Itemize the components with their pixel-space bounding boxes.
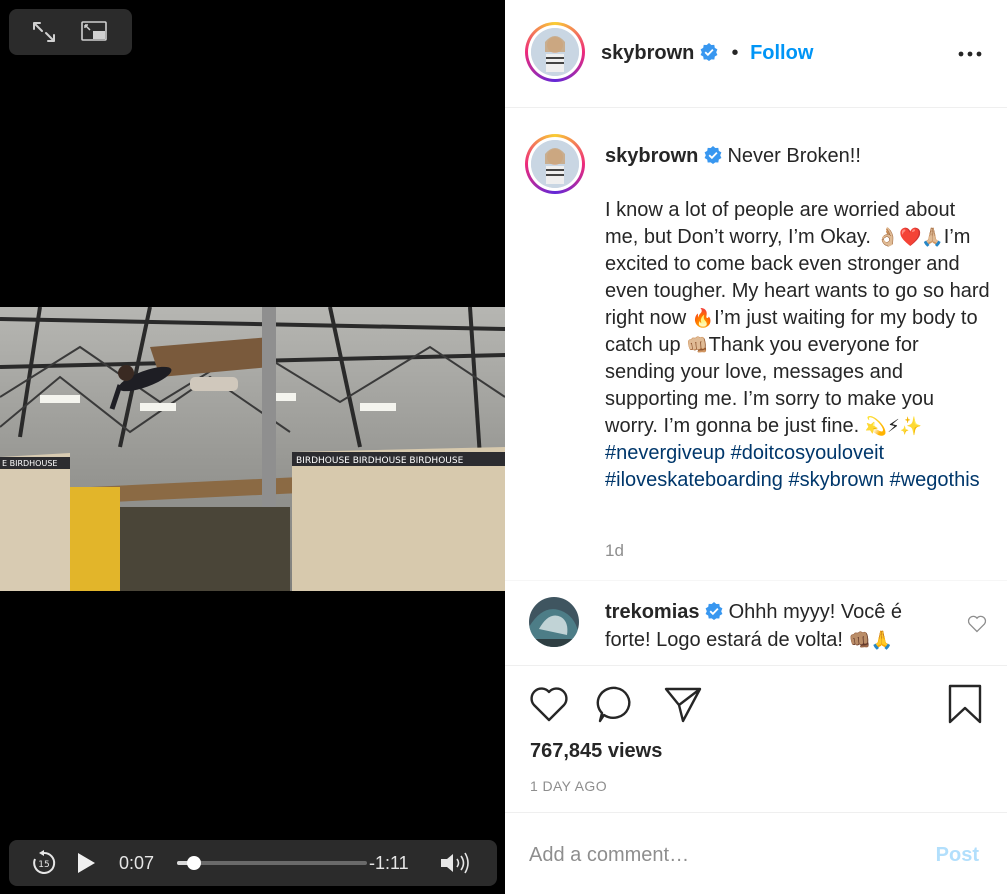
view-count[interactable]: 767,845 views	[530, 740, 662, 763]
scrubber-handle[interactable]	[187, 856, 202, 870]
svg-text:15: 15	[38, 860, 49, 870]
skip-back-15-icon[interactable]: 15	[31, 850, 57, 876]
comment: trekomias Ohhh myyy! Você é forte! Logo …	[605, 598, 925, 655]
skatepark-video-still: E BIRDHOUSE BIRDHOUSE BIRDHOUSE BIRDHOUS…	[0, 307, 505, 591]
header-separator: •	[731, 42, 739, 64]
comment-icon[interactable]	[596, 683, 636, 725]
svg-text:BIRDHOUSE BIRDHOUSE BIRDHOUSE: BIRDHOUSE BIRDHOUSE BIRDHOUSE	[296, 456, 464, 466]
avatar[interactable]	[525, 22, 585, 82]
caption-emoji: 💫⚡✨	[864, 416, 923, 437]
verified-badge-icon	[704, 146, 722, 164]
caption-emoji: 👌🏼❤️🙏🏼	[876, 227, 944, 248]
caption-hashtags[interactable]: #nevergiveup #doitcosyouloveit #iloveska…	[605, 442, 980, 491]
follow-button[interactable]: Follow	[750, 42, 813, 64]
caption-divider	[505, 580, 1007, 581]
video-frame[interactable]: E BIRDHOUSE BIRDHOUSE BIRDHOUSE BIRDHOUS…	[0, 307, 505, 591]
post-header-user: skybrown • Follow	[601, 42, 813, 65]
caption-title: Never Broken!!	[727, 145, 861, 167]
profile-picture	[531, 28, 579, 76]
comments-divider	[505, 665, 1007, 666]
picture-in-picture-icon[interactable]	[81, 20, 107, 44]
volume-icon[interactable]	[439, 851, 471, 875]
profile-picture	[531, 140, 579, 188]
comment-username[interactable]: trekomias	[605, 601, 700, 623]
verified-badge-icon	[700, 43, 718, 61]
remaining-time: -1:11	[369, 853, 409, 873]
post-date[interactable]: 1 DAY AGO	[530, 778, 607, 794]
comment-like-heart-icon[interactable]	[967, 615, 987, 633]
caption-emoji: 🔥	[691, 308, 715, 329]
compose-divider	[505, 812, 1007, 813]
post-actions	[505, 683, 1007, 727]
caption-emoji: 👊🏼	[686, 335, 709, 356]
video-player[interactable]: E BIRDHOUSE BIRDHOUSE BIRDHOUSE BIRDHOUS…	[0, 0, 505, 894]
share-icon[interactable]	[663, 683, 703, 725]
caption-avatar[interactable]	[525, 134, 585, 194]
current-time: 0:07	[119, 853, 155, 873]
post-caption: skybrown Never Broken!! I know a lot of …	[605, 143, 990, 494]
scrubber[interactable]	[177, 856, 367, 870]
svg-text:E BIRDHOUSE: E BIRDHOUSE	[2, 459, 57, 468]
verified-badge-icon	[705, 602, 723, 620]
bookmark-icon[interactable]	[945, 683, 985, 725]
post-panel: skybrown • Follow skybrown Never Broken!…	[505, 0, 1007, 894]
caption-username[interactable]: skybrown	[605, 145, 698, 167]
playback-controls: 15 0:07 -1:11	[9, 840, 497, 886]
expand-icon[interactable]	[31, 20, 57, 44]
header-divider	[505, 107, 1007, 108]
heart-icon[interactable]	[529, 683, 569, 725]
play-icon[interactable]	[75, 852, 97, 874]
comment-avatar[interactable]	[529, 597, 579, 647]
caption-body: I know a lot of people are worried about…	[605, 197, 990, 494]
video-window-controls	[9, 9, 132, 55]
add-comment-input[interactable]	[529, 840, 919, 870]
caption-timestamp[interactable]: 1d	[605, 541, 624, 561]
post-comment-button[interactable]: Post	[936, 844, 979, 867]
header-username[interactable]: skybrown	[601, 42, 694, 64]
more-options-icon[interactable]	[957, 44, 983, 64]
comment-emoji: 👊🏽🙏	[848, 630, 894, 651]
